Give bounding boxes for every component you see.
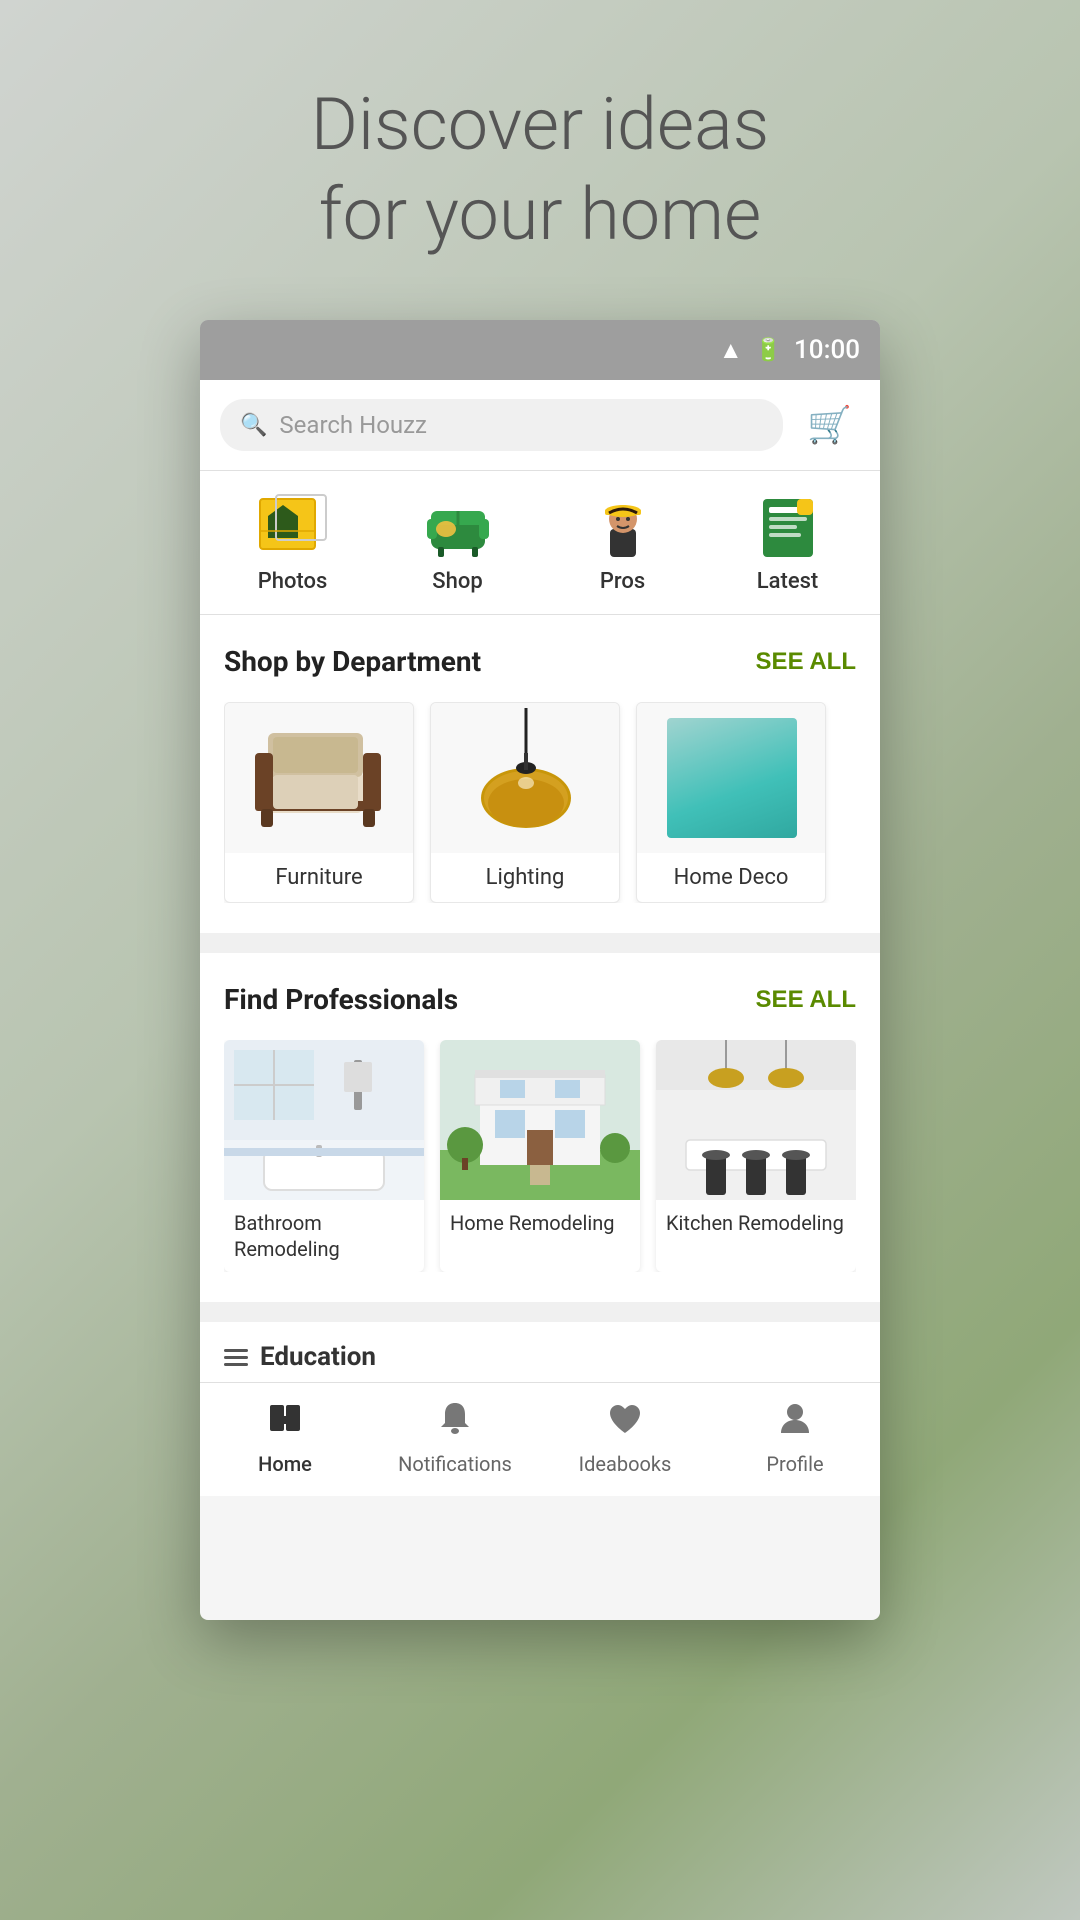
search-input-wrapper[interactable]: 🔍 Search Houzz	[220, 399, 783, 451]
wifi-icon: ▲	[719, 336, 743, 365]
pro-card-home-remodeling[interactable]: Home Remodeling	[440, 1040, 640, 1272]
section-header-shop: Shop by Department SEE ALL	[224, 645, 856, 678]
nav-item-shop[interactable]: Shop	[398, 491, 518, 594]
headline-area: Discover ideas for your home	[0, 0, 1080, 320]
bottom-peek-section: Education	[200, 1322, 880, 1382]
cart-button[interactable]: 🛒	[799, 396, 860, 454]
photos-icon	[258, 491, 328, 561]
bathroom-image	[224, 1040, 424, 1200]
kitchen-image	[656, 1040, 856, 1200]
home-remodeling-label: Home Remodeling	[440, 1200, 640, 1246]
bathroom-svg	[224, 1040, 424, 1200]
find-pros-see-all[interactable]: SEE ALL	[756, 986, 856, 1014]
find-professionals-section: Find Professionals SEE ALL	[200, 953, 880, 1302]
shop-by-department-section: Shop by Department SEE ALL	[200, 615, 880, 933]
home-remodeling-image	[440, 1040, 640, 1200]
department-cards: Furniture	[224, 702, 856, 903]
lighting-label: Lighting	[431, 853, 619, 902]
quick-nav: Photos Shop	[200, 471, 880, 615]
kitchen-label: Kitchen Remodeling	[656, 1200, 856, 1246]
dept-card-home-deco[interactable]: Home Deco	[636, 702, 826, 903]
bell-svg	[436, 1399, 474, 1437]
cart-icon: 🛒	[807, 404, 852, 445]
heart-svg	[606, 1399, 644, 1437]
search-placeholder: Search Houzz	[279, 411, 427, 439]
person-svg	[776, 1399, 814, 1437]
furniture-image	[225, 703, 414, 853]
ideabooks-nav-label: Ideabooks	[579, 1452, 672, 1476]
pro-card-bathroom[interactable]: Bathroom Remodeling	[224, 1040, 424, 1272]
professional-cards: Bathroom Remodeling	[224, 1040, 856, 1272]
furniture-svg	[243, 713, 398, 843]
home-deco-label: Home Deco	[637, 853, 825, 902]
status-bar: ▲ 🔋 10:00	[200, 320, 880, 380]
nav-item-latest[interactable]: Latest	[728, 491, 848, 594]
home-deco-visual	[667, 718, 797, 838]
lighting-svg	[461, 708, 591, 848]
pros-icon	[588, 491, 658, 561]
home-icon	[266, 1399, 304, 1446]
home-deco-image	[637, 703, 826, 853]
find-pros-title: Find Professionals	[224, 983, 458, 1016]
latest-label: Latest	[757, 569, 819, 594]
house-svg	[440, 1040, 640, 1200]
headline-line2: for your home	[319, 172, 761, 257]
nav-notifications[interactable]: Notifications	[385, 1399, 525, 1476]
photos-label: Photos	[258, 569, 328, 594]
shop-label: Shop	[432, 569, 482, 594]
pro-card-kitchen[interactable]: Kitchen Remodeling	[656, 1040, 856, 1272]
profile-nav-label: Profile	[766, 1452, 823, 1476]
phone-container: ▲ 🔋 10:00 🔍 Search Houzz 🛒	[200, 320, 880, 1620]
dept-card-lighting[interactable]: Lighting	[430, 702, 620, 903]
shop-dept-title: Shop by Department	[224, 645, 481, 678]
peek-title-row: Education	[224, 1342, 856, 1372]
content-area: Shop by Department SEE ALL	[200, 615, 880, 1382]
furniture-label: Furniture	[225, 853, 413, 902]
battery-icon: 🔋	[755, 338, 782, 363]
nav-item-photos[interactable]: Photos	[233, 491, 353, 594]
peek-title: Education	[260, 1342, 376, 1372]
dept-card-furniture[interactable]: Furniture	[224, 702, 414, 903]
kitchen-svg	[656, 1040, 856, 1200]
profile-icon	[776, 1399, 814, 1446]
latest-icon	[753, 491, 823, 561]
search-area: 🔍 Search Houzz 🛒	[200, 380, 880, 471]
nav-home[interactable]: Home	[215, 1399, 355, 1476]
section-header-pros: Find Professionals SEE ALL	[224, 983, 856, 1016]
nav-profile[interactable]: Profile	[725, 1399, 865, 1476]
bottom-nav: Home Notifications Ideabooks	[200, 1382, 880, 1496]
search-icon: 🔍	[240, 413, 267, 438]
section-menu-icon	[224, 1349, 248, 1366]
notifications-nav-label: Notifications	[398, 1452, 512, 1476]
headline-text: Discover ideas for your home	[40, 80, 1040, 260]
ideabooks-icon	[606, 1399, 644, 1446]
nav-ideabooks[interactable]: Ideabooks	[555, 1399, 695, 1476]
home-nav-label: Home	[258, 1452, 312, 1476]
shop-dept-see-all[interactable]: SEE ALL	[756, 648, 856, 676]
bathroom-label: Bathroom Remodeling	[224, 1200, 424, 1272]
notifications-icon	[436, 1399, 474, 1446]
shop-icon	[423, 491, 493, 561]
nav-item-pros[interactable]: Pros	[563, 491, 683, 594]
home-nav-svg	[266, 1399, 304, 1437]
status-time: 10:00	[794, 335, 860, 365]
headline-line1: Discover ideas	[311, 82, 770, 167]
pros-label: Pros	[600, 569, 645, 594]
lighting-image	[431, 703, 620, 853]
